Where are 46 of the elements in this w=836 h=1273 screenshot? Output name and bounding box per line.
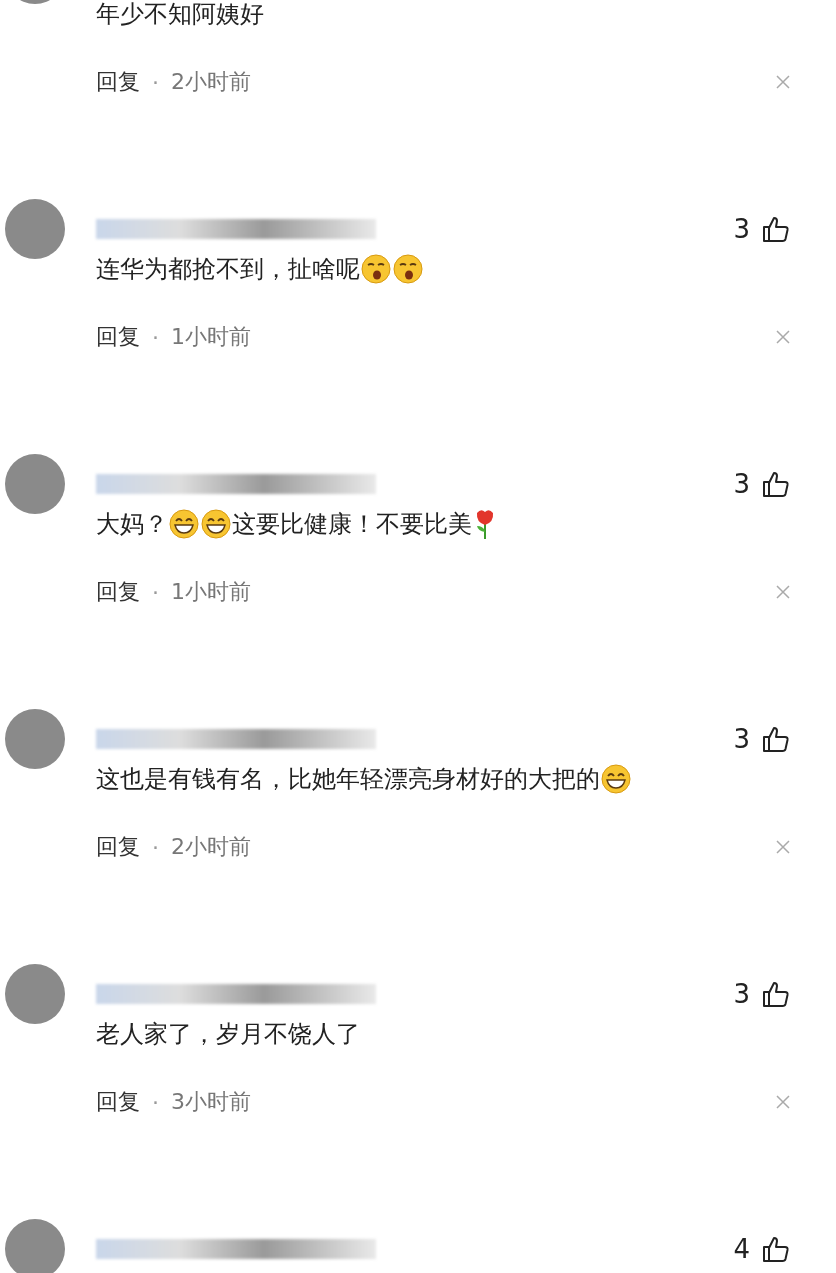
separator-dot: · [152,1089,159,1115]
comment-time: 2小时前 [171,833,251,861]
separator-dot: · [152,324,159,350]
comment-time: 1小时前 [171,323,251,351]
close-icon[interactable] [776,840,790,854]
thumbs-up-icon[interactable] [762,980,790,1008]
comment-time: 1小时前 [171,578,251,606]
comment-text: 这要比健康！不要比美 [232,509,472,540]
like-count: 3 [733,724,750,754]
reply-link[interactable]: 回复 [96,67,140,97]
avatar[interactable] [5,709,65,769]
grinning-face-emoji [601,764,631,794]
separator-dot: · [152,579,159,605]
thumbs-up-icon[interactable] [762,1235,790,1263]
comment-text: 这也是有钱有名，比她年轻漂亮身材好的大把的 [96,764,600,795]
close-icon[interactable] [776,75,790,89]
thumbs-up-icon[interactable] [762,725,790,753]
comment-time: 3小时前 [171,1088,251,1116]
avatar[interactable] [5,199,65,259]
avatar[interactable] [5,1219,65,1273]
avatar[interactable] [5,454,65,514]
separator-dot: · [152,69,159,95]
close-icon[interactable] [776,585,790,599]
comment-time: 2小时前 [171,68,251,96]
like-count: 3 [733,214,750,244]
close-icon[interactable] [776,330,790,344]
close-icon[interactable] [776,1095,790,1109]
like-count: 3 [733,469,750,499]
comment-text: 老人家了，岁月不饶人了 [96,1019,360,1050]
yawning-face-emoji [361,254,391,284]
reply-link[interactable]: 回复 [96,322,140,352]
comment-text: 年少不知阿姨好 [96,0,264,30]
thumbs-up-icon[interactable] [762,470,790,498]
avatar[interactable] [5,964,65,1024]
reply-link[interactable]: 回复 [96,832,140,862]
separator-dot: · [152,834,159,860]
thumbs-up-icon[interactable] [762,215,790,243]
reply-link[interactable]: 回复 [96,1087,140,1117]
grinning-face-emoji [169,509,199,539]
comment-text: 大妈？ [96,509,168,540]
reply-link[interactable]: 回复 [96,577,140,607]
like-count: 4 [733,1234,750,1264]
comment-text: 连华为都抢不到，扯啥呢 [96,254,360,285]
yawning-face-emoji [393,254,423,284]
like-count: 3 [733,979,750,1009]
grinning-face-emoji [201,509,231,539]
